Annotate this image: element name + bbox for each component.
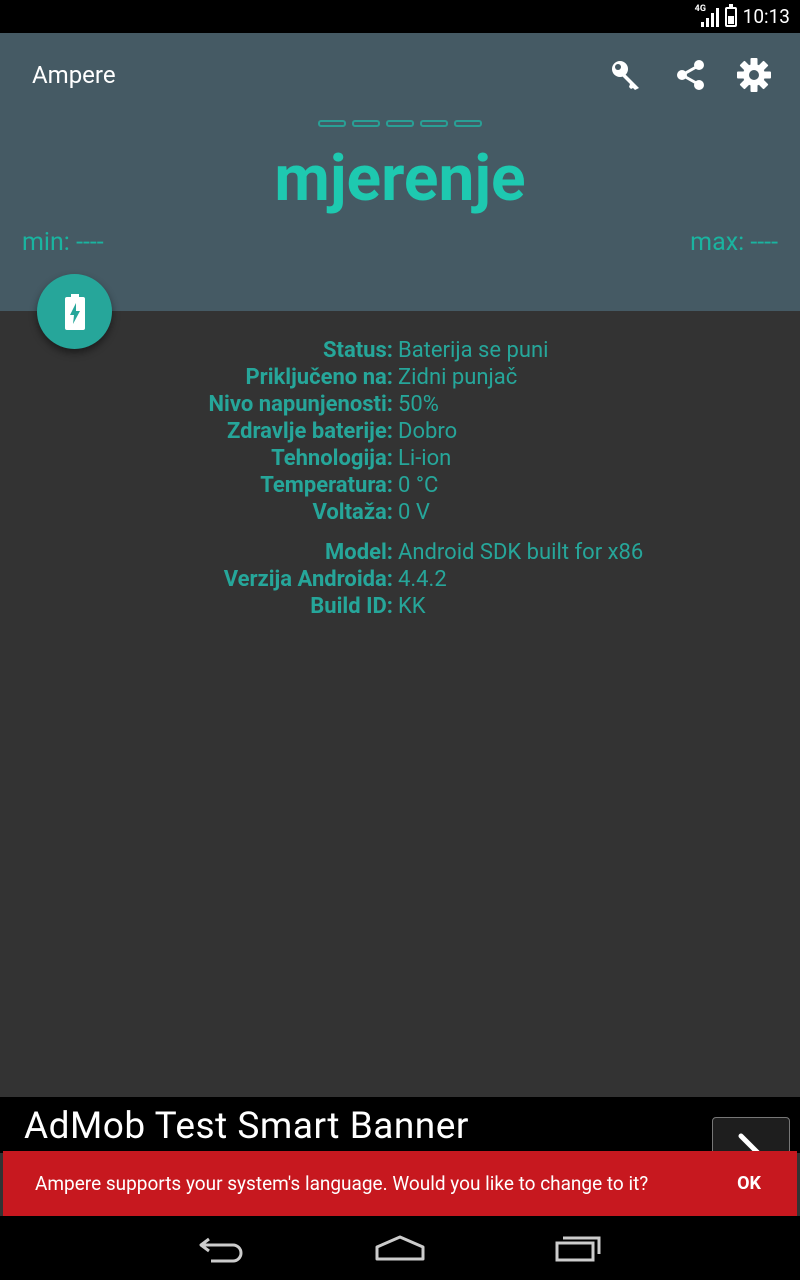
measuring-label: mjerenje — [274, 141, 526, 216]
navigation-bar — [0, 1216, 800, 1280]
clock: 10:13 — [742, 5, 790, 28]
info-label: Nivo napunjenosti: — [208, 392, 393, 417]
info-value: KK — [398, 594, 426, 619]
max-label: max: ---- — [690, 228, 778, 257]
info-row-build-id: Build ID: KK — [0, 593, 800, 620]
info-value: Baterija se puni — [398, 338, 549, 363]
app-header: Ampere mjerenje min: ---- max: ---- — [0, 33, 800, 311]
dash — [318, 120, 346, 127]
info-value: 50% — [398, 392, 439, 417]
recents-icon[interactable] — [549, 1228, 607, 1268]
battery-status-icon — [724, 3, 737, 27]
battery-charging-icon — [64, 293, 85, 330]
share-icon[interactable] — [672, 55, 708, 95]
info-label: Priključeno na: — [245, 365, 393, 390]
status-bar: 4G 10:13 — [0, 0, 800, 33]
info-label: Tehnologija: — [271, 446, 393, 471]
ad-banner-text: AdMob Test Smart Banner — [24, 1105, 469, 1148]
ad-banner[interactable]: AdMob Test Smart Banner — [0, 1097, 800, 1167]
info-row-model: Model: Android SDK built for x86 — [0, 539, 800, 566]
info-row-status: Status: Baterija se puni — [0, 337, 800, 364]
info-panel: Status: Baterija se puni Priključeno na:… — [0, 337, 800, 620]
info-label: Voltaža: — [312, 500, 393, 525]
info-row-temperature: Temperatura: 0 °C — [0, 472, 800, 499]
info-label: Zdravlje baterije: — [226, 419, 393, 444]
back-icon[interactable] — [193, 1228, 251, 1268]
info-label: Status: — [322, 338, 393, 363]
info-row-level: Nivo napunjenosti: 50% — [0, 391, 800, 418]
info-label: Build ID: — [310, 594, 393, 619]
snackbar-message: Ampere supports your system's language. … — [35, 1172, 649, 1195]
info-row-technology: Tehnologija: Li-ion — [0, 445, 800, 472]
info-value: Android SDK built for x86 — [398, 540, 644, 565]
dash — [386, 120, 414, 127]
info-row-plugged: Priključeno na: Zidni punjač — [0, 364, 800, 391]
dash — [454, 120, 482, 127]
signal-icon: 4G — [695, 4, 719, 27]
info-value: Dobro — [398, 419, 458, 444]
info-value: 0 V — [398, 500, 430, 525]
home-icon[interactable] — [371, 1228, 429, 1268]
app-title: Ampere — [32, 61, 116, 89]
min-label: min: ---- — [22, 228, 104, 257]
network-type: 4G — [694, 3, 706, 14]
language-snackbar: Ampere supports your system's language. … — [3, 1151, 797, 1216]
info-value: Li-ion — [398, 446, 452, 471]
info-row-health: Zdravlje baterije: Dobro — [0, 418, 800, 445]
settings-icon[interactable] — [736, 55, 772, 95]
measurement-placeholder — [0, 112, 800, 131]
key-icon[interactable] — [608, 55, 644, 95]
info-value: 4.4.2 — [398, 567, 447, 592]
info-value: 0 °C — [398, 473, 439, 498]
info-label: Verzija Androida: — [223, 567, 393, 592]
snackbar-ok-button[interactable]: OK — [737, 1173, 761, 1194]
dash — [352, 120, 380, 127]
info-label: Temperatura: — [260, 473, 393, 498]
info-label: Model: — [325, 540, 393, 565]
toolbar-actions — [608, 55, 772, 95]
info-row-voltage: Voltaža: 0 V — [0, 499, 800, 526]
dash — [420, 120, 448, 127]
info-row-android-version: Verzija Androida: 4.4.2 — [0, 566, 800, 593]
info-value: Zidni punjač — [398, 365, 518, 390]
